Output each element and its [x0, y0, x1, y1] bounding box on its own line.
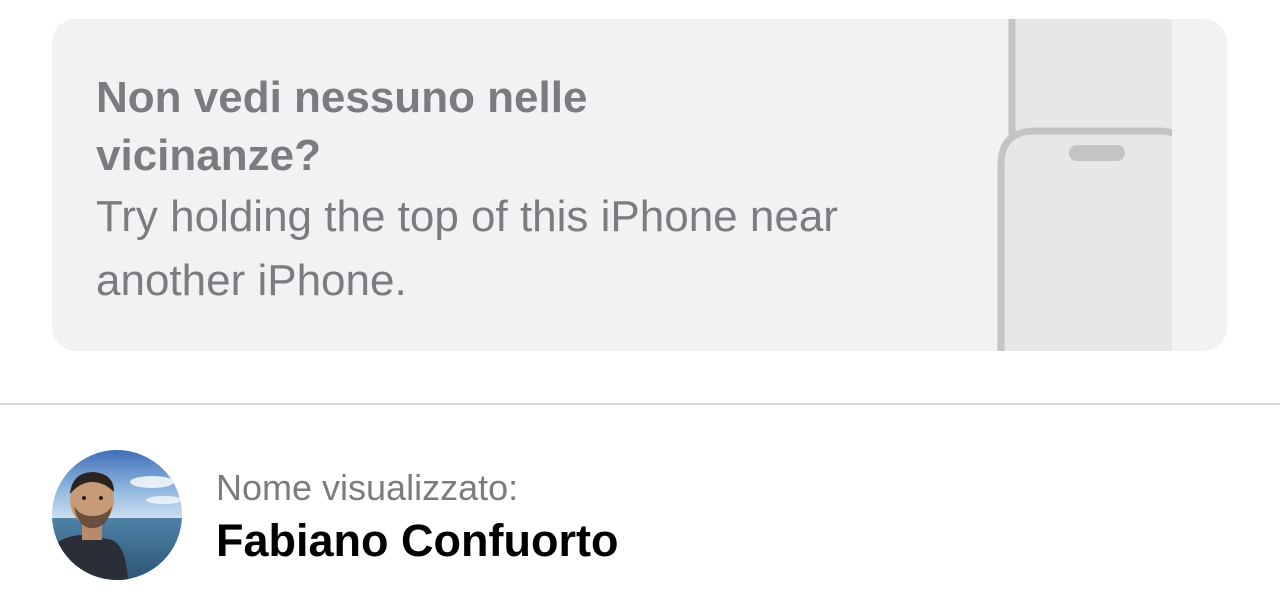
bottom-phone-outline	[997, 127, 1172, 351]
top-phone-outline	[1010, 19, 1172, 131]
namedrop-screen: Non vedi nessuno nelle vicinanze? Try ho…	[0, 0, 1280, 615]
card-title: Non vedi nessuno nelle vicinanze?	[96, 73, 588, 180]
profile-photo	[52, 450, 182, 580]
avatar[interactable]	[52, 450, 182, 580]
card-description: Try holding the top of this iPhone near …	[96, 192, 838, 305]
phones-touching-top-icon	[997, 19, 1172, 351]
display-name-value[interactable]: Fabiano Confuorto	[216, 514, 618, 568]
display-name-label: Nome visualizzato:	[216, 467, 519, 508]
dynamic-island-icon	[1069, 145, 1125, 161]
nearby-hint-card: Non vedi nessuno nelle vicinanze? Try ho…	[52, 19, 1227, 351]
section-divider	[0, 403, 1280, 405]
